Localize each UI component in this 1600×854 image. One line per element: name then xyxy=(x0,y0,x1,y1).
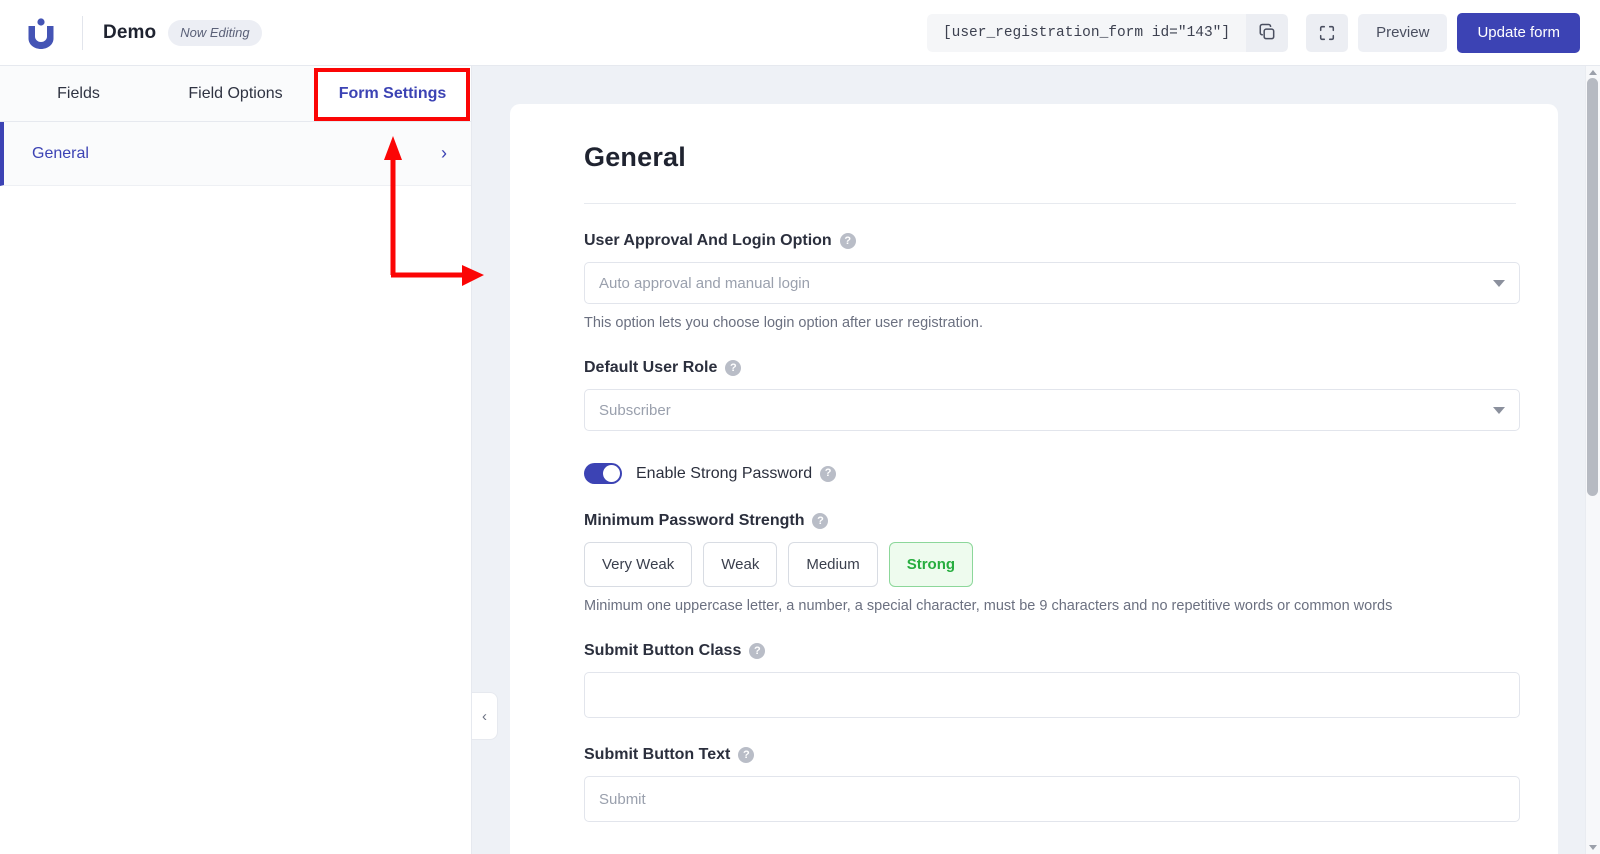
left-pane: Fields Field Options Form Settings Gener… xyxy=(0,66,472,854)
field-hint-min-strength: Minimum one uppercase letter, a number, … xyxy=(584,598,1393,614)
settings-nav-list: General › xyxy=(0,122,471,186)
help-icon[interactable]: ? xyxy=(820,465,837,482)
strong-password-toggle[interactable] xyxy=(584,463,622,484)
help-icon[interactable]: ? xyxy=(725,360,742,376)
tab-fields[interactable]: Fields xyxy=(0,66,157,121)
label-text: Minimum Password Strength xyxy=(584,512,805,529)
selected-value: Subscriber xyxy=(599,401,671,419)
help-icon[interactable]: ? xyxy=(738,747,755,763)
field-default-role: Default User Role ? Subscriber xyxy=(584,331,1520,431)
field-submit-button-text: Submit Button Text ? Submit xyxy=(584,718,1520,822)
label-text: Default User Role xyxy=(584,359,718,376)
help-icon[interactable]: ? xyxy=(749,643,766,659)
copy-shortcode-button[interactable] xyxy=(1246,13,1289,52)
default-role-select[interactable]: Subscriber xyxy=(584,389,1520,431)
selected-value: Auto approval and manual login xyxy=(599,274,810,292)
field-hint-user-approval: This option lets you choose login option… xyxy=(584,315,983,331)
app-root: Demo Now Editing [user_registration_form… xyxy=(0,0,1600,854)
label-text: Enable Strong Password xyxy=(636,464,813,482)
collapse-panel-handle[interactable]: ‹ xyxy=(472,692,498,740)
top-toolbar: Demo Now Editing [user_registration_form… xyxy=(0,0,1600,66)
strength-option-medium[interactable]: Medium xyxy=(788,542,878,587)
toolbar-divider xyxy=(82,15,83,50)
chevron-down-icon xyxy=(1493,406,1505,414)
strength-option-strong[interactable]: Strong xyxy=(888,542,974,587)
fullscreen-button[interactable] xyxy=(1306,13,1349,52)
fullscreen-icon xyxy=(1320,25,1335,40)
user-registration-logo xyxy=(28,17,54,49)
copy-icon xyxy=(1259,23,1275,40)
field-submit-button-class: Submit Button Class ? xyxy=(584,614,1520,718)
input-value: Submit xyxy=(599,790,646,808)
field-strong-password: Enable Strong Password ? xyxy=(584,431,1520,484)
scrollbar-thumb[interactable] xyxy=(1587,78,1598,496)
toggle-knob xyxy=(603,465,620,482)
field-label-min-strength: Minimum Password Strength ? xyxy=(584,512,1520,530)
toggle-label-strong-password: Enable Strong Password ? xyxy=(636,464,837,483)
field-label-user-approval: User Approval And Login Option ? xyxy=(584,232,1520,250)
password-strength-options: Very Weak Weak Medium Strong xyxy=(584,542,1520,587)
field-label-default-role: Default User Role ? xyxy=(584,359,1520,377)
strength-option-very-weak[interactable]: Very Weak xyxy=(584,542,693,587)
page-title: General xyxy=(584,142,686,172)
tab-bar: Fields Field Options Form Settings xyxy=(0,66,471,122)
logo-container[interactable] xyxy=(0,17,82,49)
scroll-down-arrow-icon[interactable] xyxy=(1589,845,1597,850)
chevron-right-icon: › xyxy=(441,143,447,163)
field-user-approval: User Approval And Login Option ? Auto ap… xyxy=(584,204,1520,331)
sidebar-item-general[interactable]: General › xyxy=(0,122,471,186)
status-badge: Now Editing xyxy=(168,19,262,46)
label-text: User Approval And Login Option xyxy=(584,232,832,249)
submit-button-class-input[interactable] xyxy=(584,672,1520,718)
shortcode-group: [user_registration_form id="143"] xyxy=(926,13,1289,52)
field-label-submit-class: Submit Button Class ? xyxy=(584,642,1520,660)
update-form-button[interactable]: Update form xyxy=(1457,12,1580,53)
general-settings-card: General User Approval And Login Option ?… xyxy=(510,104,1558,854)
shortcode-field[interactable]: [user_registration_form id="143"] xyxy=(926,13,1247,52)
user-approval-select[interactable]: Auto approval and manual login xyxy=(584,262,1520,304)
submit-button-text-input[interactable]: Submit xyxy=(584,776,1520,822)
chevron-down-icon xyxy=(1493,279,1505,287)
form-title: Demo xyxy=(103,21,157,43)
chevron-left-icon: ‹ xyxy=(482,707,487,725)
field-label-submit-text: Submit Button Text ? xyxy=(584,746,1520,764)
strength-option-weak[interactable]: Weak xyxy=(703,542,778,587)
settings-content-pane: General User Approval And Login Option ?… xyxy=(472,66,1600,854)
tab-form-settings[interactable]: Form Settings xyxy=(314,66,471,121)
help-icon[interactable]: ? xyxy=(839,233,856,249)
help-icon[interactable]: ? xyxy=(812,513,829,529)
label-text: Submit Button Class xyxy=(584,642,742,659)
tab-field-options[interactable]: Field Options xyxy=(157,66,314,121)
scroll-up-arrow-icon[interactable] xyxy=(1589,70,1597,75)
preview-button[interactable]: Preview xyxy=(1358,13,1448,52)
toolbar-actions: [user_registration_form id="143"] Previe… xyxy=(926,12,1600,53)
sidebar-item-label: General xyxy=(32,144,89,162)
field-min-password-strength: Minimum Password Strength ? Very Weak We… xyxy=(584,484,1520,614)
page-scrollbar[interactable] xyxy=(1585,66,1600,854)
label-text: Submit Button Text xyxy=(584,746,731,763)
